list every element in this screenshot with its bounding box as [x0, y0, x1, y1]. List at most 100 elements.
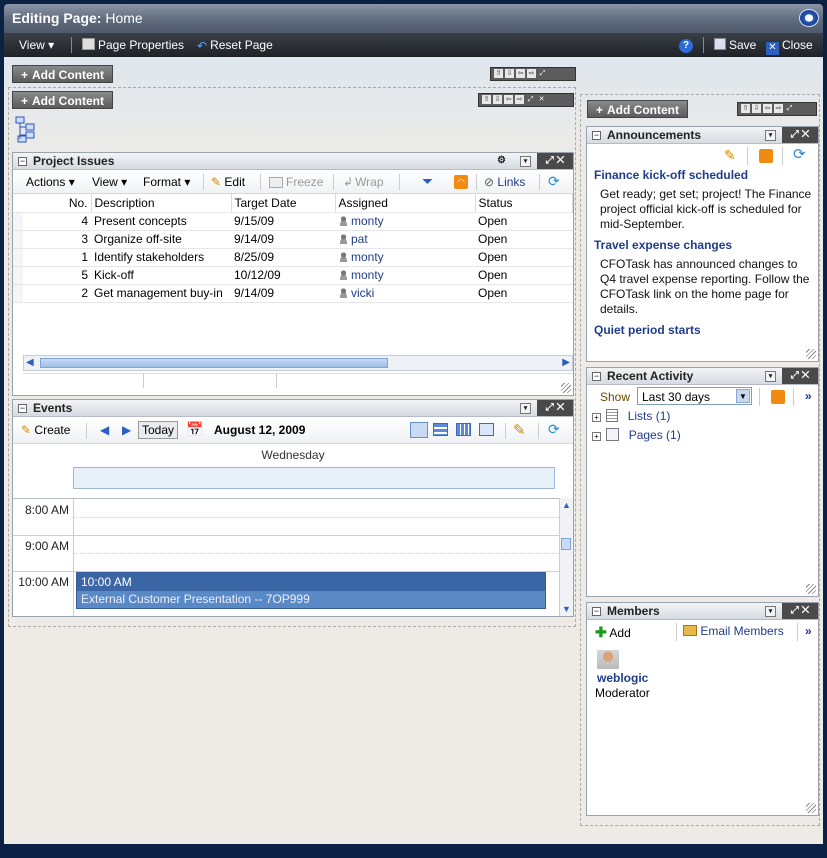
column-header-no[interactable]: No. [23, 194, 92, 213]
day-view-icon[interactable] [410, 422, 428, 438]
assignee-link[interactable]: pat [351, 232, 368, 246]
format-menu[interactable]: Format ▾ [143, 175, 190, 189]
previous-icon[interactable]: ◀ [100, 423, 109, 437]
view-menu[interactable]: View ▾ [19, 38, 54, 52]
rss-icon[interactable] [759, 149, 773, 163]
chevron-down-icon[interactable]: ▾ [765, 606, 776, 617]
layout-controls[interactable]: ⇧ ⇩ ⇦ ⇨ ⤢ [737, 102, 817, 116]
reset-page-button[interactable]: ↶ Reset Page [197, 38, 273, 53]
more-icon[interactable]: » [805, 624, 812, 638]
table-row[interactable]: 2 Get management buy-in 9/14/09 vicki Open [13, 284, 573, 303]
chevron-down-icon[interactable]: ▼ [736, 389, 750, 403]
table-row[interactable]: 5 Kick-off 10/12/09 monty Open [13, 266, 573, 285]
filter-icon[interactable]: ⏷ [422, 173, 433, 190]
chevron-down-icon[interactable]: ▾ [765, 371, 776, 382]
panel-controls[interactable]: ⤢ ✕ [782, 127, 818, 143]
announcement-title[interactable]: Travel expense changes [594, 238, 732, 252]
hierarchy-icon[interactable] [15, 116, 41, 144]
panel-controls[interactable]: ⤢ ✕ [537, 400, 573, 416]
actions-menu[interactable]: Actions ▾ [26, 175, 75, 189]
member-name[interactable]: weblogic [597, 671, 648, 685]
add-member-button[interactable]: ✚ Add [595, 624, 631, 641]
assignee-link[interactable]: vicki [351, 286, 374, 300]
create-button[interactable]: ✎ Create [21, 423, 70, 437]
announcement-title[interactable]: Quiet period starts [594, 323, 701, 337]
month-view-icon[interactable] [456, 423, 471, 436]
email-members-button[interactable]: Email Members [683, 624, 784, 638]
collapse-icon[interactable]: − [18, 157, 27, 166]
rss-icon[interactable] [771, 390, 785, 404]
avatar[interactable] [597, 650, 619, 669]
panel-controls[interactable]: ⤢ ✕ [782, 603, 818, 619]
refresh-icon[interactable]: ⟳ [548, 173, 560, 190]
horizontal-scrollbar[interactable]: ◀ ▶ [23, 355, 573, 371]
main-toolbar: View ▾ Page Properties ↶ Reset Page ? Sav… [4, 33, 823, 57]
more-icon[interactable]: » [805, 389, 812, 403]
page-properties-button[interactable]: Page Properties [82, 38, 184, 52]
scroll-up-icon[interactable]: ▲ [562, 500, 571, 510]
scroll-thumb[interactable] [561, 538, 571, 550]
add-content-button[interactable]: + Add Content [12, 65, 113, 83]
row-selector-header [13, 194, 23, 213]
calendar-event[interactable]: 10:00 AM External Customer Presentation … [76, 572, 546, 609]
resize-handle[interactable] [806, 584, 816, 594]
assignee-link[interactable]: monty [351, 214, 384, 228]
edit-button[interactable]: ✎ Edit [211, 175, 245, 189]
activity-item[interactable]: + Pages (1) [592, 428, 802, 446]
settings-icon[interactable]: ⚙ [496, 156, 507, 167]
chevron-down-icon[interactable]: ▾ [765, 130, 776, 141]
links-button[interactable]: ⊘ Links [484, 175, 525, 189]
save-button[interactable]: Save [714, 38, 756, 52]
today-button[interactable]: Today [138, 421, 179, 439]
collapse-icon[interactable]: − [592, 372, 601, 381]
add-content-button[interactable]: + Add Content [587, 100, 688, 118]
assignee-link[interactable]: monty [351, 268, 384, 282]
layout-controls[interactable]: ⇧ ⇩ ⇦ ⇨ ⤢ [490, 67, 576, 81]
help-icon[interactable]: ? [679, 37, 693, 53]
panel-controls[interactable]: ⤢ ✕ [782, 368, 818, 384]
all-day-area[interactable] [73, 467, 555, 489]
refresh-icon[interactable]: ⟳ [793, 145, 806, 163]
table-row[interactable]: 3 Organize off-site 9/14/09 pat Open [13, 230, 573, 249]
resize-handle[interactable] [561, 383, 571, 393]
cell-status: Open [475, 212, 573, 231]
week-view-icon[interactable] [433, 423, 448, 436]
scroll-down-icon[interactable]: ▼ [562, 604, 571, 614]
resize-handle[interactable] [806, 803, 816, 813]
close-button[interactable]: ✕ Close [766, 38, 813, 55]
list-view-icon[interactable] [479, 423, 494, 436]
assignee-link[interactable]: monty [351, 250, 384, 264]
calendar-icon[interactable]: 📅 [186, 421, 203, 438]
wrap-button[interactable]: ↲ Wrap [343, 175, 384, 189]
next-icon[interactable]: ▶ [122, 423, 131, 437]
add-content-button[interactable]: + Add Content [12, 91, 113, 109]
panel-controls[interactable]: ⤢ ✕ [537, 153, 573, 169]
edit-icon[interactable]: ✎ [513, 421, 526, 439]
chevron-down-icon[interactable]: ▾ [520, 156, 531, 167]
resize-handle[interactable] [806, 349, 816, 359]
scroll-right-icon[interactable]: ▶ [562, 357, 570, 368]
scroll-left-icon[interactable]: ◀ [26, 357, 34, 368]
collapse-icon[interactable]: − [592, 131, 601, 140]
chevron-down-icon[interactable]: ▾ [520, 403, 531, 414]
rss-icon[interactable]: ◠ [454, 174, 468, 189]
collapse-icon[interactable]: − [592, 607, 601, 616]
vertical-scrollbar[interactable]: ▲ ▼ [559, 498, 573, 616]
freeze-button[interactable]: Freeze [269, 175, 323, 189]
collapse-icon[interactable]: − [18, 404, 27, 413]
table-row[interactable]: 1 Identify stakeholders 8/25/09 monty Open [13, 248, 573, 267]
table-row[interactable]: 4 Present concepts 9/15/09 monty Open [13, 212, 573, 231]
scroll-thumb[interactable] [40, 358, 388, 368]
column-header-status[interactable]: Status [475, 194, 573, 213]
view-menu[interactable]: View ▾ [92, 175, 127, 189]
date-range-select[interactable]: Last 30 days ▼ [637, 387, 752, 405]
column-header-description[interactable]: Description [91, 194, 232, 213]
column-header-target-date[interactable]: Target Date [231, 194, 336, 213]
cell-status: Open [475, 248, 573, 267]
edit-announcement-icon[interactable]: ✎ [724, 147, 736, 164]
column-header-assigned[interactable]: Assigned [335, 194, 476, 213]
layout-controls[interactable]: ⇧ ⇩ ⇦ ⇨ ⤢ ✕ [478, 93, 574, 107]
activity-item[interactable]: + Lists (1) [592, 409, 802, 427]
refresh-icon[interactable]: ⟳ [548, 421, 560, 438]
announcement-title[interactable]: Finance kick-off scheduled [594, 168, 748, 182]
